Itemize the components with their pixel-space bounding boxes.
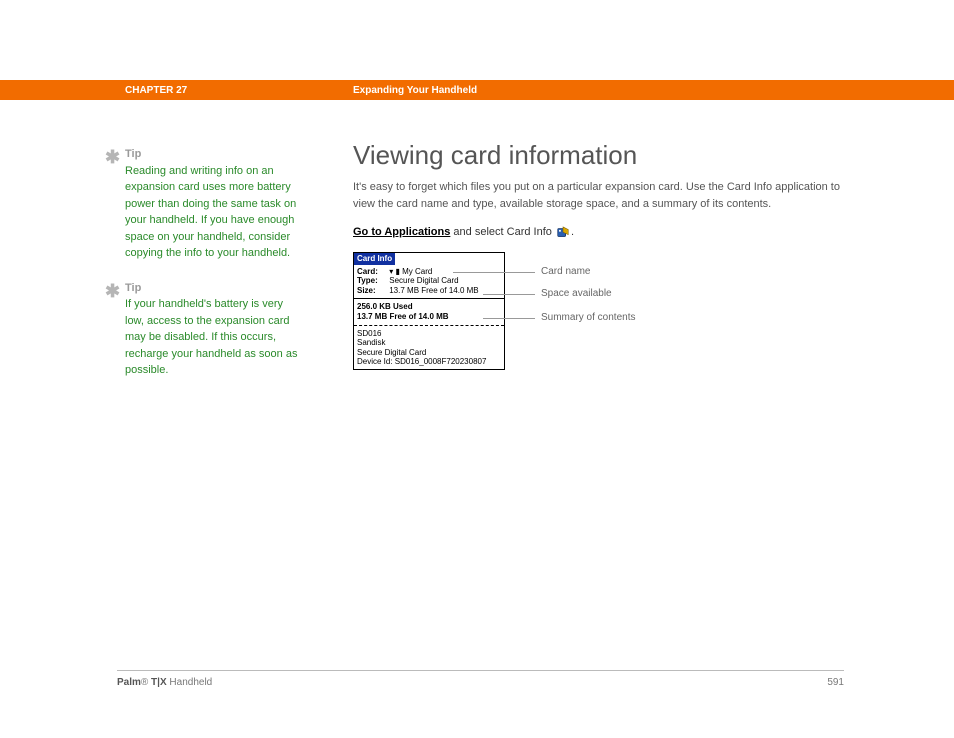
page-footer: Palm® T|X Handheld 591 (117, 670, 844, 688)
dropdown-icon: ▾ (389, 267, 393, 276)
action-line: Go to Applications and select Card Info … (353, 226, 853, 238)
asterisk-icon: ✱ (105, 144, 120, 171)
card-field-value: My Card (402, 267, 432, 276)
tip-body: Reading and writing info on an expansion… (125, 165, 296, 260)
go-to-applications-link[interactable]: Go to Applications (353, 226, 450, 238)
sd-card-icon: ▮ (395, 267, 399, 276)
detail-line: Device Id: SD016_0008F720230807 (357, 357, 501, 367)
callout-label: Summary of contents (541, 312, 635, 323)
callout-label: Card name (541, 266, 590, 277)
free-line: 13.7 MB Free of 14.0 MB (357, 312, 501, 322)
card-info-screenshot: Card Info Card: ▾ ▮ My Card Type: Secure… (353, 252, 505, 370)
size-field-label: Size: (357, 286, 387, 296)
product-name: Palm® T|X Handheld (117, 677, 212, 688)
figure-area: Card Info Card: ▾ ▮ My Card Type: Secure… (353, 252, 853, 402)
used-line: 256.0 KB Used (357, 302, 501, 312)
type-field-label: Type: (357, 276, 387, 286)
card-field-label: Card: (357, 267, 387, 277)
intro-paragraph: It's easy to forget which files you put … (353, 179, 853, 212)
tip-label: Tip (125, 148, 141, 160)
tip-block: ✱ Tip If your handheld's battery is very… (125, 280, 305, 379)
tip-label: Tip (125, 282, 141, 294)
action-text: and select Card Info (450, 226, 555, 238)
chapter-header: CHAPTER 27 Expanding Your Handheld (0, 80, 954, 100)
product-type: Handheld (167, 677, 213, 688)
main-content: Viewing card information It's easy to fo… (353, 140, 853, 402)
product-brand: Palm (117, 677, 141, 688)
product-model: T|X (148, 677, 166, 688)
action-period: . (571, 226, 574, 238)
sidebar-tips: ✱ Tip Reading and writing info on an exp… (125, 146, 305, 397)
screenshot-titlebar: Card Info (354, 253, 395, 265)
detail-line: Secure Digital Card (357, 348, 501, 358)
callout-label: Space available (541, 288, 612, 299)
tip-body: If your handheld's battery is very low, … (125, 298, 297, 376)
card-info-icon (556, 226, 570, 238)
page-title: Viewing card information (353, 140, 853, 171)
section-title: Expanding Your Handheld (353, 85, 477, 96)
type-field-value: Secure Digital Card (389, 276, 458, 285)
page-number: 591 (827, 677, 844, 688)
detail-line: SD016 (357, 329, 501, 339)
chapter-label: CHAPTER 27 (125, 85, 353, 96)
tip-block: ✱ Tip Reading and writing info on an exp… (125, 146, 305, 262)
asterisk-icon: ✱ (105, 278, 120, 305)
size-field-value: 13.7 MB Free of 14.0 MB (389, 286, 478, 295)
detail-line: Sandisk (357, 338, 501, 348)
